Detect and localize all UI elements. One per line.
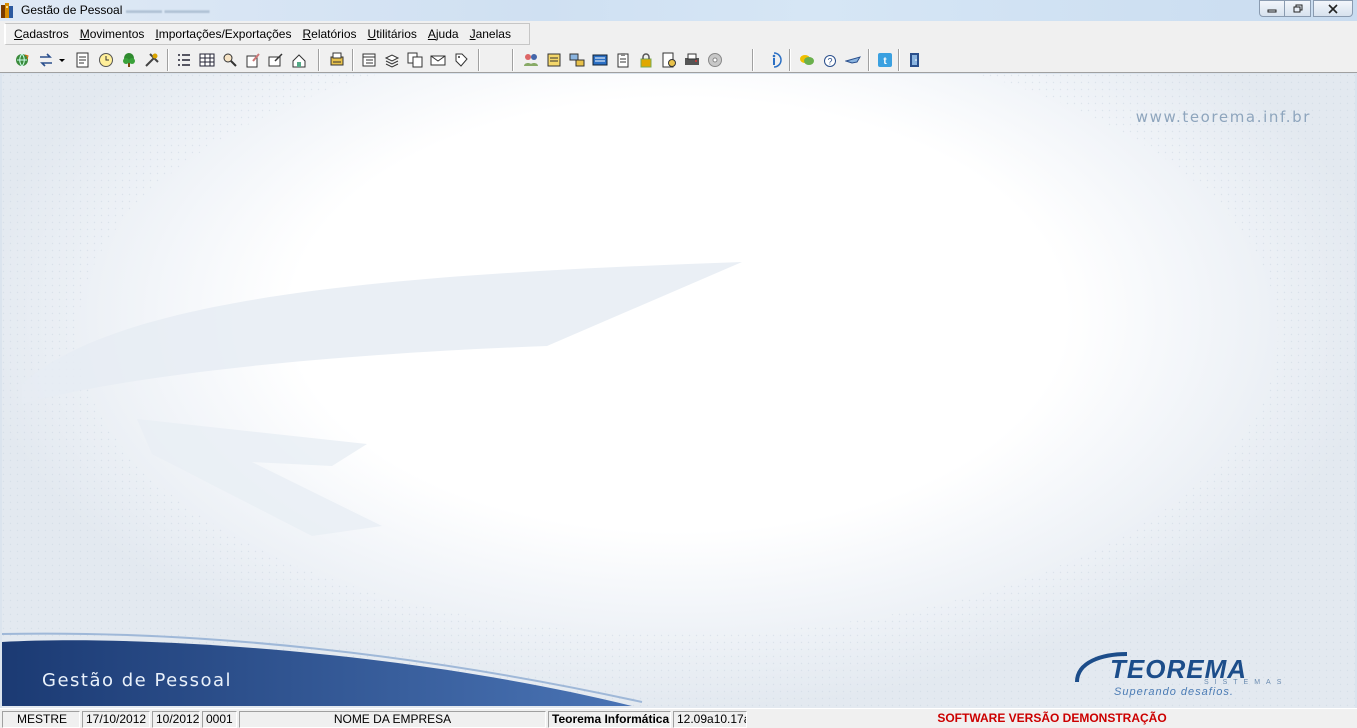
- restore-button[interactable]: [1285, 0, 1311, 17]
- menu-utilitarios[interactable]: Utilitários: [368, 27, 417, 41]
- tree-icon[interactable]: [120, 51, 137, 68]
- menu-group: Cadastros Movimentos Importações/Exporta…: [4, 23, 530, 45]
- print-icon[interactable]: [683, 51, 700, 68]
- title-bar: Gestão de Pessoal ▬▬▬▬ ▬▬▬▬▬: [0, 0, 1357, 21]
- file-gear-icon[interactable]: [660, 51, 677, 68]
- brand-tagline: Superando desafios.: [1114, 686, 1234, 698]
- app-books-icon: [1, 3, 13, 18]
- toolbar: ? t: [0, 46, 1357, 73]
- minimize-icon: [1267, 9, 1277, 12]
- status-company-name: NOME DA EMPRESA: [239, 711, 546, 728]
- status-period: 10/2012: [152, 711, 200, 728]
- info-icon[interactable]: [765, 51, 782, 68]
- status-bar: MESTRE 17/10/2012 10/2012 0001 NOME DA E…: [0, 708, 1357, 728]
- envelope-icon[interactable]: [429, 51, 446, 68]
- menu-ajuda[interactable]: Ajuda: [428, 27, 459, 41]
- status-company-code: 0001: [202, 711, 237, 728]
- status-date: 17/10/2012: [82, 711, 150, 728]
- menu-movimentos[interactable]: Movimentos: [80, 27, 145, 41]
- clock-icon[interactable]: [97, 51, 114, 68]
- printer-queue-icon[interactable]: [328, 51, 345, 68]
- mdi-workspace: www.teorema.inf.br Gestão de Pessoal TEO…: [2, 74, 1355, 708]
- globe-refresh-icon[interactable]: [13, 51, 30, 68]
- search-person-icon[interactable]: [221, 51, 238, 68]
- notes-icon[interactable]: [545, 51, 562, 68]
- status-vendor: Teorema Informática: [548, 711, 671, 728]
- background-title-ghost: ▬▬▬▬ ▬▬▬▬▬: [126, 5, 210, 15]
- menu-importacoes-exportacoes[interactable]: Importações/Exportações: [155, 27, 291, 41]
- product-name: Gestão de Pessoal: [42, 670, 233, 691]
- list-icon[interactable]: [175, 51, 192, 68]
- twitter-icon[interactable]: t: [876, 51, 893, 68]
- status-user: MESTRE: [2, 711, 80, 728]
- calculator-icon[interactable]: [591, 51, 608, 68]
- close-icon: [1328, 3, 1338, 14]
- stack-icon[interactable]: [383, 51, 400, 68]
- copy-icon[interactable]: [406, 51, 423, 68]
- brand-subtitle: SISTEMAS: [1204, 679, 1288, 686]
- dropdown-arrow-icon[interactable]: [57, 51, 67, 68]
- menu-janelas[interactable]: Janelas: [470, 27, 511, 41]
- export-icon[interactable]: [290, 51, 307, 68]
- network-icon[interactable]: [568, 51, 585, 68]
- window-title: Gestão de Pessoal: [21, 3, 123, 17]
- menu-cadastros[interactable]: Cadastros: [14, 27, 69, 41]
- close-button[interactable]: [1313, 0, 1353, 17]
- exit-door-icon[interactable]: [906, 51, 923, 68]
- disc-icon[interactable]: [706, 51, 723, 68]
- edit-document-icon[interactable]: [244, 51, 261, 68]
- menu-relatorios[interactable]: Relatórios: [302, 27, 356, 41]
- plane-icon[interactable]: [844, 51, 861, 68]
- background-watermark: [2, 74, 1355, 708]
- help-icon[interactable]: ?: [821, 51, 838, 68]
- folder-edit-icon[interactable]: [267, 51, 284, 68]
- table-icon[interactable]: [198, 51, 215, 68]
- report-icon[interactable]: [360, 51, 377, 68]
- users-icon[interactable]: [522, 51, 539, 68]
- transfer-arrows-icon[interactable]: [37, 51, 54, 68]
- document-icon[interactable]: [74, 51, 91, 68]
- minimize-button[interactable]: [1259, 0, 1285, 17]
- svg-text:?: ?: [827, 56, 832, 66]
- tools-icon[interactable]: [143, 51, 160, 68]
- teorema-logo: TEOREMA SISTEMAS Superando desafios.: [1074, 654, 1319, 702]
- website-url: www.teorema.inf.br: [1135, 108, 1311, 126]
- menu-bar: Cadastros Movimentos Importações/Exporta…: [0, 21, 1357, 46]
- chat-icon[interactable]: [798, 51, 815, 68]
- tag-icon[interactable]: [452, 51, 469, 68]
- clipboard-icon[interactable]: [614, 51, 631, 68]
- restore-icon: [1293, 4, 1302, 12]
- status-demo-notice: SOFTWARE VERSÃO DEMONSTRAÇÃO: [937, 711, 1167, 725]
- status-version: 12.09a10.17a: [673, 711, 747, 728]
- lock-icon[interactable]: [637, 51, 654, 68]
